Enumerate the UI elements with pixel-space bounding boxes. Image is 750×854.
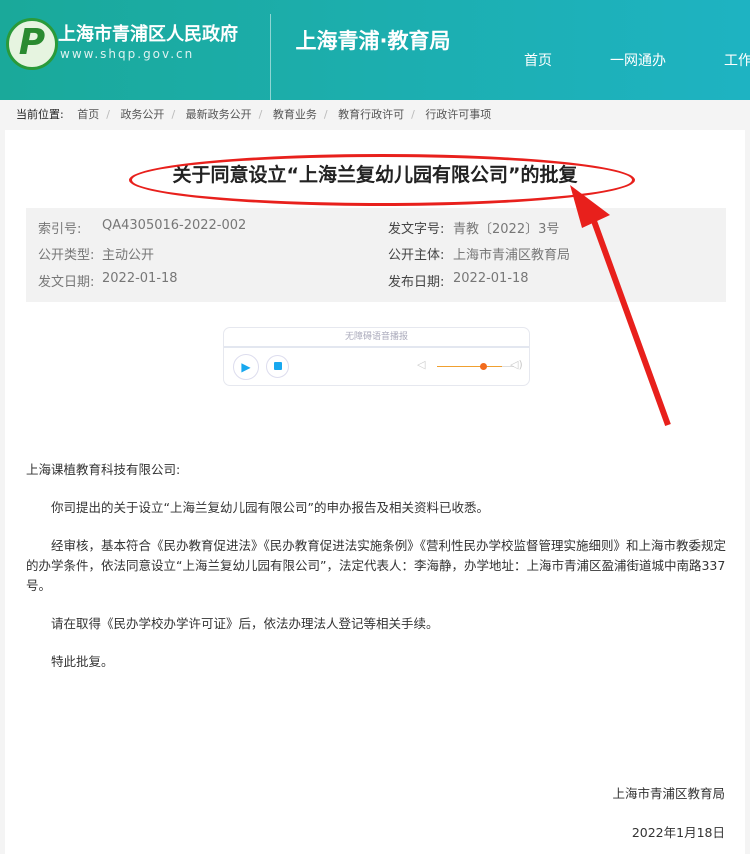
audio-player: 无障碍语音播报 ▶ ◁ ◁) bbox=[223, 327, 530, 386]
signer: 上海市青浦区教育局 bbox=[612, 786, 725, 801]
divider bbox=[270, 14, 271, 100]
site-url: www.shqp.gov.cn bbox=[60, 47, 195, 61]
paragraph: 经审核，基本符合《民办教育促进法》《民办教育促进法实施条例》《营利性民办学校监督… bbox=[26, 538, 727, 593]
meta-value: QA4305016-2022-002 bbox=[102, 218, 247, 233]
volume-slider[interactable] bbox=[437, 366, 502, 367]
player-title: 无障碍语音播报 bbox=[224, 328, 529, 348]
breadcrumb-label: 当前位置: bbox=[16, 108, 64, 121]
breadcrumb: 当前位置: 首页 / 政务公开 / 最新政务公开 / 教育业务 / 教育行政许可 / 行政… bbox=[0, 100, 750, 130]
meta-label: 公开类型: bbox=[38, 248, 95, 263]
meta-value: 上海市青浦区教育局 bbox=[453, 248, 571, 263]
meta-label: 发布日期: bbox=[388, 275, 445, 290]
article-body: 上海课植教育科技有限公司: 你司提出的关于设立“上海兰复幼儿园有限公司”的申办报… bbox=[26, 460, 726, 690]
site-header: P 上海市青浦区人民政府 www.shqp.gov.cn 上海青浦·教育局 首页… bbox=[0, 0, 750, 100]
breadcrumb-item[interactable]: 教育行政许可 bbox=[338, 108, 404, 121]
meta-label: 公开主体: bbox=[388, 248, 445, 263]
paragraph: 你司提出的关于设立“上海兰复幼儿园有限公司”的申办报告及相关资料已收悉。 bbox=[51, 500, 489, 515]
play-button[interactable]: ▶ bbox=[233, 354, 259, 380]
volume-handle[interactable] bbox=[480, 363, 487, 370]
meta-label: 发文字号: bbox=[388, 222, 445, 237]
paragraph: 请在取得《民办学校办学许可证》后，依法办理法人登记等相关手续。 bbox=[51, 616, 439, 631]
meta-value: 2022-01-18 bbox=[102, 271, 178, 286]
sign-date: 2022年1月18日 bbox=[631, 825, 725, 840]
breadcrumb-item[interactable]: 教育业务 bbox=[273, 108, 317, 121]
stop-icon bbox=[273, 362, 282, 370]
meta-value: 青教〔2022〕3号 bbox=[453, 222, 560, 237]
breadcrumb-item[interactable]: 行政许可事项 bbox=[425, 108, 491, 121]
logo-icon[interactable]: P bbox=[6, 18, 58, 70]
red-arrow-annotation bbox=[570, 185, 671, 427]
volume-low-icon[interactable]: ◁ bbox=[417, 358, 425, 371]
bureau-name: 上海青浦·教育局 bbox=[295, 29, 451, 53]
meta-label: 发文日期: bbox=[38, 275, 95, 290]
meta-label: 索引号: bbox=[38, 222, 82, 237]
volume-high-icon[interactable]: ◁) bbox=[510, 358, 523, 371]
breadcrumb-item[interactable]: 首页 bbox=[77, 108, 99, 121]
meta-value: 2022-01-18 bbox=[453, 271, 529, 286]
nav-home[interactable]: 首页 bbox=[524, 50, 552, 70]
stop-button[interactable] bbox=[266, 355, 289, 378]
nav-work[interactable]: 工作 bbox=[724, 50, 750, 70]
breadcrumb-item[interactable]: 政务公开 bbox=[120, 108, 164, 121]
meta-value: 主动公开 bbox=[102, 248, 155, 263]
paragraph: 特此批复。 bbox=[51, 654, 114, 669]
nav-one-net[interactable]: 一网通办 bbox=[610, 50, 666, 70]
salutation: 上海课植教育科技有限公司: bbox=[26, 462, 181, 477]
breadcrumb-item[interactable]: 最新政务公开 bbox=[186, 108, 252, 121]
site-name[interactable]: 上海市青浦区人民政府 bbox=[58, 20, 238, 46]
